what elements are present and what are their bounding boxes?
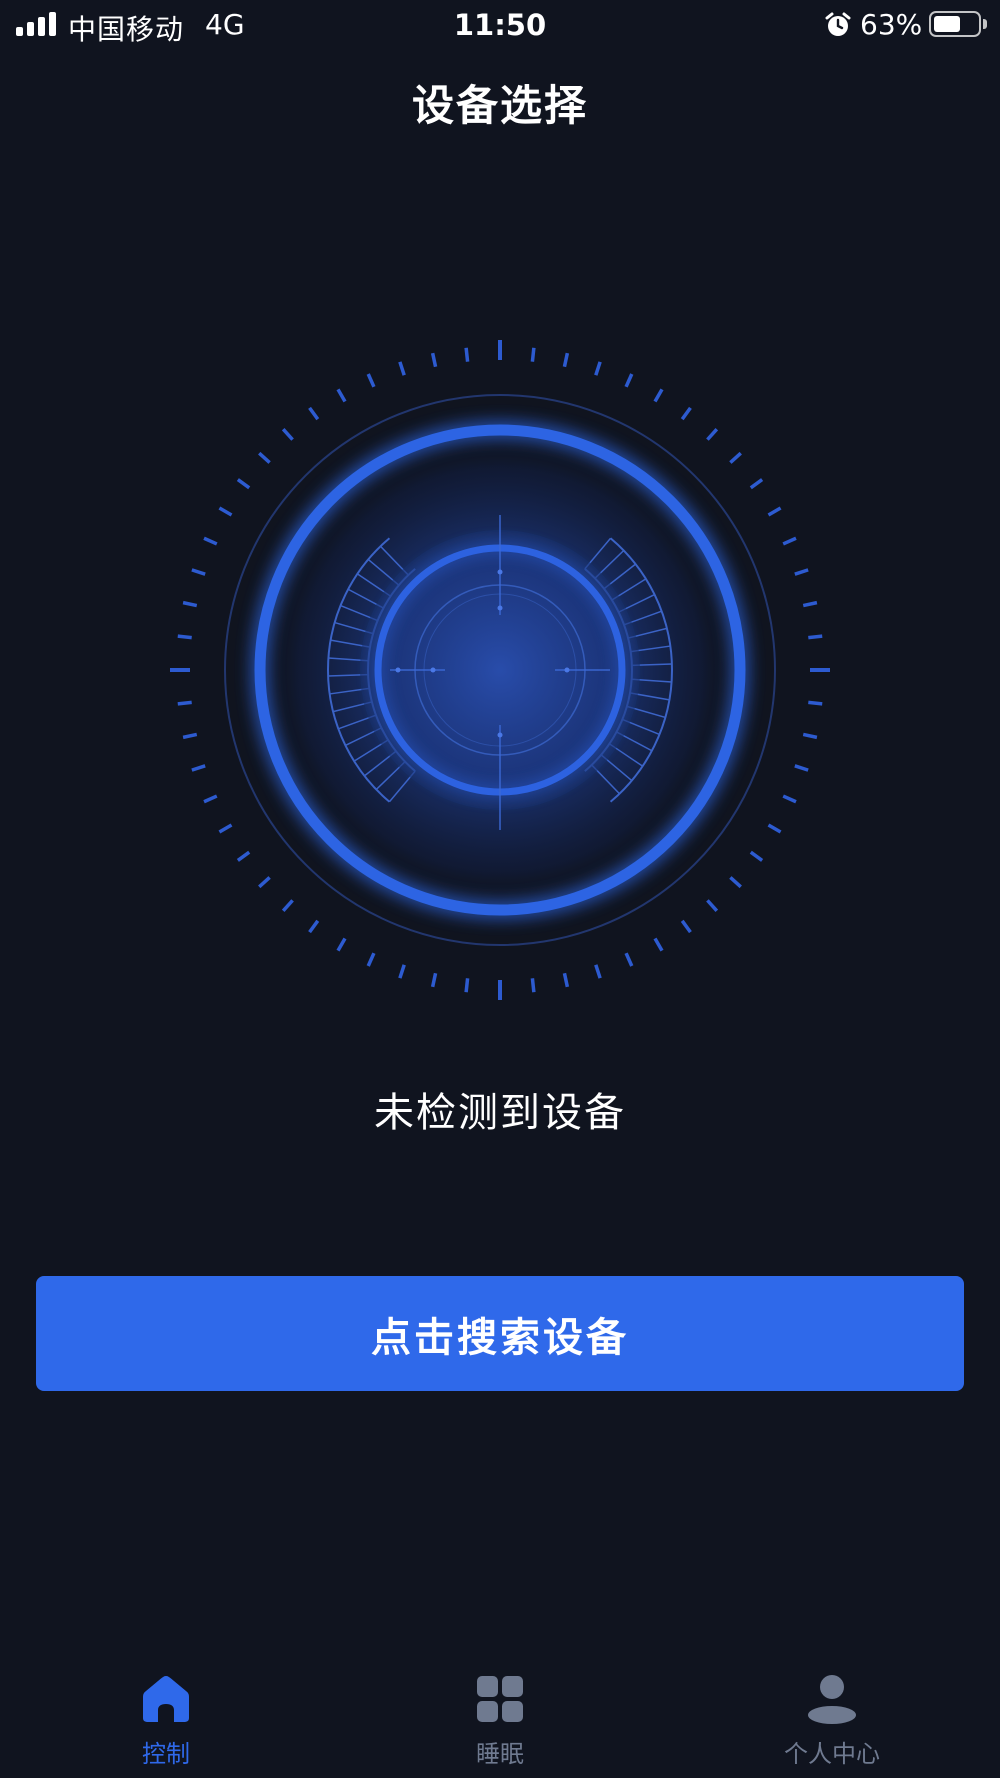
tick-mark — [749, 850, 764, 862]
tick-mark — [729, 876, 742, 889]
page-title: 设备选择 — [411, 81, 588, 130]
tick-mark — [366, 373, 376, 388]
battery-percent: 63% — [860, 8, 923, 41]
tab-sleep[interactable]: 睡眠 — [400, 1660, 600, 1778]
tick-mark — [706, 899, 719, 912]
tick-mark — [430, 972, 438, 988]
person-icon — [808, 1675, 856, 1724]
tick-mark — [594, 964, 602, 979]
tick-mark — [802, 600, 818, 608]
tick-mark — [258, 451, 271, 464]
tick-mark — [808, 634, 823, 640]
grid-icon — [477, 1676, 523, 1722]
tick-mark — [236, 478, 251, 490]
tick-mark — [782, 794, 797, 804]
tick-mark — [808, 700, 823, 706]
tick-mark — [624, 373, 634, 388]
tick-mark — [680, 406, 692, 421]
device-status-text: 未检测到设备 — [374, 1090, 626, 1136]
tick-mark — [530, 978, 536, 993]
tick-mark — [624, 952, 634, 967]
tick-mark — [258, 876, 271, 889]
radar-scanner-graphic — [170, 340, 830, 1000]
tick-mark — [203, 794, 218, 804]
tick-mark — [308, 919, 320, 934]
tick-mark — [203, 536, 218, 546]
tick-mark — [366, 952, 376, 967]
tick-mark — [530, 347, 536, 362]
tick-mark — [794, 764, 809, 772]
tick-mark — [562, 972, 570, 988]
tick-mark — [336, 388, 347, 403]
tick-mark — [336, 937, 347, 952]
tick-mark — [464, 978, 470, 993]
battery-level-fill — [934, 16, 960, 32]
tick-mark — [767, 823, 782, 834]
status-bar: 中国移动 4G 11:50 63% — [0, 0, 1000, 50]
tick-mark — [398, 964, 406, 979]
tick-mark — [680, 919, 692, 934]
tick-mark — [794, 568, 809, 576]
tick-mark — [191, 764, 206, 772]
battery-icon — [929, 11, 981, 37]
tick-mark — [653, 937, 664, 952]
search-device-button[interactable]: 点击搜索设备 — [36, 1276, 964, 1391]
tick-mark — [706, 428, 719, 441]
tick-mark — [430, 352, 438, 368]
tick-mark — [398, 361, 406, 376]
tick-mark — [749, 478, 764, 490]
tab-profile-label: 个人中心 — [784, 1740, 880, 1768]
tick-mark — [281, 428, 294, 441]
tab-profile[interactable]: 个人中心 — [732, 1660, 932, 1778]
tab-bar: 控制 睡眠 个人中心 — [0, 1660, 1000, 1778]
tick-mark — [191, 568, 206, 576]
tick-mark — [562, 352, 570, 368]
tick-mark — [281, 899, 294, 912]
tick-mark — [182, 600, 198, 608]
battery-cap — [983, 19, 987, 29]
tab-sleep-label: 睡眠 — [476, 1740, 524, 1768]
home-icon — [143, 1676, 189, 1722]
tick-mark — [802, 732, 818, 740]
tab-control-label: 控制 — [142, 1740, 190, 1768]
tick-mark — [594, 361, 602, 376]
alarm-icon — [825, 12, 851, 36]
tick-mark — [182, 732, 198, 740]
tick-mark — [218, 506, 233, 517]
tick-mark — [308, 406, 320, 421]
tick-mark — [767, 506, 782, 517]
tab-control[interactable]: 控制 — [66, 1660, 266, 1778]
tick-mark — [177, 700, 192, 706]
tick-mark — [218, 823, 233, 834]
tick-mark — [782, 536, 797, 546]
tick-mark — [464, 347, 470, 362]
tick-mark — [236, 850, 251, 862]
tick-mark — [177, 634, 192, 640]
tick-mark — [729, 451, 742, 464]
tick-mark — [653, 388, 664, 403]
